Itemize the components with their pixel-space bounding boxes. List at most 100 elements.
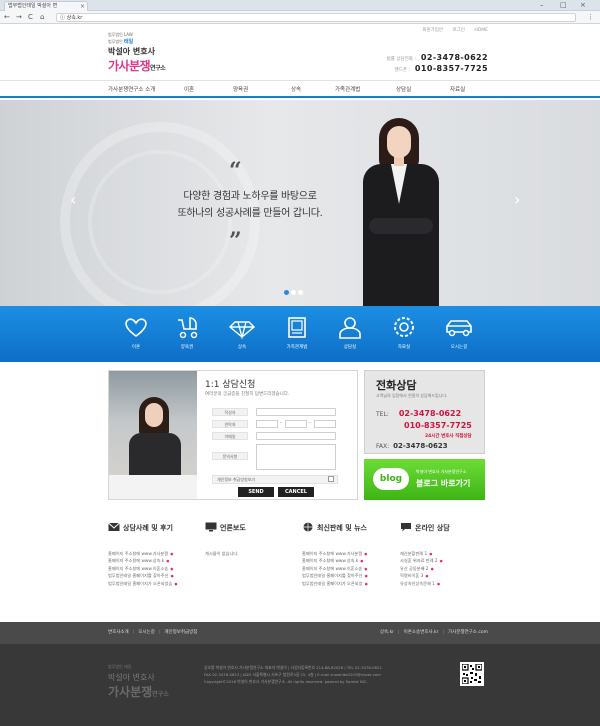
url-input[interactable]: ⓘ 상속.kr <box>56 13 576 22</box>
board-list-item[interactable]: 홈페이지 주소창에 www.가사분쟁 ● <box>108 550 204 557</box>
quote-open-icon: “ <box>229 158 242 184</box>
forward-icon[interactable]: → <box>16 13 22 21</box>
phone-sep-1: - <box>280 420 282 426</box>
board-title[interactable]: 온라인 상담 <box>400 522 496 536</box>
board-list-item[interactable]: 법무법인태일 홈페이지가 오픈되었 ● <box>302 580 398 587</box>
service-item-6[interactable]: 자료실 <box>380 314 428 350</box>
maximize-icon[interactable]: □ <box>560 1 567 9</box>
footer-link-location[interactable]: 오시는길 <box>138 630 155 635</box>
util-link-home[interactable]: HOME <box>474 28 488 33</box>
board-list-item[interactable]: 홈페이지 주소창에 www.상속.k ● <box>302 557 398 564</box>
board-list-item[interactable]: 재산분할판례 1 ● <box>400 550 496 557</box>
board-list-item[interactable]: 홈페이지 주소창에 www.가사분쟁 ● <box>302 550 398 557</box>
nav-item-inheritance[interactable]: 상속 <box>291 85 301 93</box>
phone-box-mobile: 010-8357-7725 <box>404 421 472 430</box>
stroller-icon <box>163 314 211 340</box>
blog-link-button[interactable]: blog 박설아 변호사 가사분쟁연구소 블로그 바로가기 <box>364 459 485 500</box>
footer-nav: 변호사소개 | 오시는길 | 개인정보취급방침 상속.kr | 이혼소송변호사.kr | 가사분… <box>0 622 600 644</box>
reload-icon[interactable]: C <box>28 13 33 21</box>
service-item-3[interactable]: 상속 <box>218 314 266 350</box>
new-badge-icon: ● <box>363 566 368 571</box>
contact-tel: 법률 상담전화 :02-3478-0622 <box>386 53 488 62</box>
footer-link-site-1[interactable]: 상속.kr <box>380 630 394 635</box>
board-list-item[interactable]: 게시물이 없습니다. <box>205 550 301 557</box>
phone-input-1[interactable] <box>256 420 278 428</box>
nav-item-family-law[interactable]: 가족관계법 <box>335 85 360 93</box>
board-list-item[interactable]: 법무법인태일 홈페이지를 찾아주신 ● <box>302 572 398 579</box>
globe-icon <box>302 522 314 532</box>
new-badge-icon: ● <box>435 581 440 586</box>
board-list-item[interactable]: 홈페이지 주소창에 www.상속.k ● <box>108 557 204 564</box>
new-badge-icon: ● <box>363 581 368 586</box>
browser-tab[interactable]: 법무법인태일 박설아 변 × <box>4 1 88 11</box>
service-item-label: 상속 <box>237 345 247 350</box>
minimize-icon[interactable]: – <box>540 1 544 9</box>
nav-item-divorce[interactable]: 이혼 <box>184 85 194 93</box>
board-list-item[interactable]: 홈페이지 주소창에 www.이혼소송 ● <box>302 565 398 572</box>
board-column: 최신판례 및 뉴스 홈페이지 주소창에 www.가사분쟁 ● 홈페이지 주소창에 w… <box>302 522 398 587</box>
gear-icon <box>380 314 428 340</box>
back-icon[interactable]: ← <box>4 13 10 21</box>
heart-icon <box>112 314 160 340</box>
nav-item-custody[interactable]: 양육권 <box>233 85 248 93</box>
board-list-item[interactable]: 유상속인상속문제 1 ● <box>400 580 496 587</box>
board-list-item[interactable]: 법무법인태일 홈페이지가 오픈되었습 ● <box>108 580 204 587</box>
browser-menu-icon[interactable]: ⋮ <box>587 13 594 21</box>
footer-link-site-2[interactable]: 이혼소송변호사.kr <box>404 630 439 635</box>
board-title[interactable]: 상담사례 및 후기 <box>108 522 204 536</box>
cancel-button[interactable]: CANCEL <box>278 487 314 497</box>
send-button[interactable]: SEND <box>238 487 274 497</box>
nav-item-archive[interactable]: 자료실 <box>450 85 465 93</box>
util-link-join[interactable]: 회원가입안 <box>422 28 443 33</box>
hero-seal-inner-decoration <box>88 150 232 294</box>
name-input[interactable] <box>256 408 336 416</box>
footer-link-privacy[interactable]: 개인정보취급방침 <box>164 630 197 635</box>
phone-input-2[interactable] <box>285 420 307 428</box>
util-link-login[interactable]: 로그인 <box>452 28 464 33</box>
site-logo[interactable]: 법무법인 LAW 법무법인 태일 박설아 변호사 가사분쟁연구소 <box>108 32 188 73</box>
board-title[interactable]: 최신판례 및 뉴스 <box>302 522 398 536</box>
field-label-email: 이메일 <box>212 432 248 440</box>
privacy-checkbox[interactable] <box>328 476 334 482</box>
hero-next-icon[interactable]: › <box>514 190 520 209</box>
hero-dot-3[interactable] <box>298 290 303 295</box>
new-badge-icon: ● <box>363 574 368 579</box>
board-title[interactable]: 언론보도 <box>205 522 301 536</box>
service-item-7[interactable]: 오시는길 <box>435 314 483 350</box>
board-list-item[interactable]: 사실혼 위자료 판례 2 ● <box>400 557 496 564</box>
service-item-4[interactable]: 가족관계법 <box>273 314 321 350</box>
nav-item-about[interactable]: 가사분쟁연구소 소개 <box>108 85 155 93</box>
phone-input-3[interactable] <box>314 420 336 428</box>
hero-dot-2[interactable] <box>291 290 296 295</box>
privacy-policy-link[interactable]: 개인정보 취급방침보기 <box>212 475 338 484</box>
board-list-item[interactable]: 유산 공동분배 2 ● <box>400 565 496 572</box>
footer-link-site-3[interactable]: 가사분쟁연구소.com <box>448 630 488 635</box>
hero-line-2: 또하나의 성공사례를 만들어 갑니다. <box>177 208 323 219</box>
home-icon[interactable]: ⌂ <box>40 13 44 21</box>
footer-link-lawyer[interactable]: 변호사소개 <box>108 630 129 635</box>
hero-dot-1[interactable] <box>284 290 289 295</box>
board-list-item[interactable]: 법무법인태일 홈페이지를 찾아주신 ● <box>108 572 204 579</box>
service-item-2[interactable]: 양육권 <box>163 314 211 350</box>
consult-desc: 여러분의 궁금증을 친절히 답변드리겠습니다. <box>205 392 290 397</box>
close-window-icon[interactable]: × <box>580 1 586 9</box>
phone-box-title: 전화상담 <box>376 379 417 392</box>
board-column: 온라인 상담재산분할판례 1 ● 사실혼 위자료 판례 2 ● 유산 공동분배 2 … <box>400 522 496 587</box>
service-item-1[interactable]: 이혼 <box>112 314 160 350</box>
new-badge-icon: ● <box>428 552 433 556</box>
util-links: 회원가입안 로그인 HOME <box>414 27 488 33</box>
board-list-item[interactable]: 홈페이지 주소창에 www.이혼소송 ● <box>108 565 204 572</box>
email-input[interactable] <box>256 432 336 440</box>
tab-close-icon[interactable]: × <box>80 2 85 11</box>
new-badge-icon: ● <box>165 559 170 564</box>
nav-item-consult[interactable]: 상담실 <box>396 85 411 93</box>
message-textarea[interactable] <box>256 444 336 470</box>
car-icon <box>435 314 483 340</box>
board-list-item[interactable]: 혁명비이혼 3 ● <box>400 572 496 579</box>
logo-lawyer: 박설아 변호사 <box>108 47 155 56</box>
hero-prev-icon[interactable]: ‹ <box>70 190 76 209</box>
browser-tabbar: 법무법인태일 박설아 변 × – □ × <box>0 0 600 11</box>
address-bar-area: ← → C ⌂ ⓘ 상속.kr ⋮ <box>0 11 600 24</box>
qr-code-icon <box>460 662 484 686</box>
service-item-5[interactable]: 상담실 <box>326 314 374 350</box>
